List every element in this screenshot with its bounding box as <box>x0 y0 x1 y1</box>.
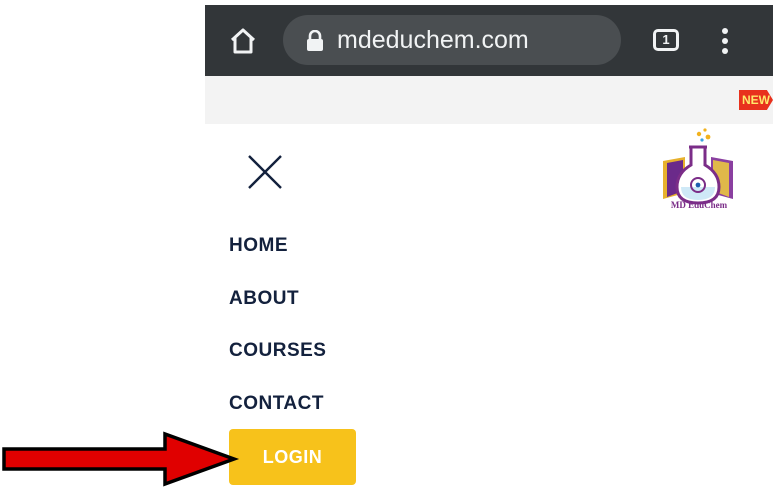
nav-item-about[interactable]: ABOUT <box>229 284 326 337</box>
nav-item-courses[interactable]: COURSES <box>229 336 326 389</box>
mobile-browser-screen: mdeduchem.com 1 NEW MD EduChem HOME ABOU… <box>205 5 773 489</box>
annotation-arrow-icon <box>2 431 240 487</box>
announcement-strip: NEW <box>205 76 773 124</box>
lock-icon <box>307 30 323 51</box>
screenshot-stage: mdeduchem.com 1 NEW MD EduChem HOME ABOU… <box>0 0 775 489</box>
address-bar[interactable]: mdeduchem.com <box>283 15 621 65</box>
site-logo[interactable] <box>655 127 741 211</box>
logo-wordmark: MD EduChem <box>670 200 728 210</box>
url-text: mdeduchem.com <box>337 26 529 54</box>
close-icon[interactable] <box>245 152 285 192</box>
login-button[interactable]: LOGIN <box>229 429 356 485</box>
nav-item-home[interactable]: HOME <box>229 231 326 284</box>
browser-toolbar: mdeduchem.com 1 <box>205 5 773 76</box>
home-icon[interactable] <box>227 25 259 57</box>
mobile-nav-menu: HOME ABOUT COURSES CONTACT <box>229 231 326 441</box>
new-badge[interactable]: NEW <box>739 90 773 110</box>
tab-switcher-button[interactable]: 1 <box>653 29 679 51</box>
kebab-menu-icon[interactable] <box>719 27 731 55</box>
